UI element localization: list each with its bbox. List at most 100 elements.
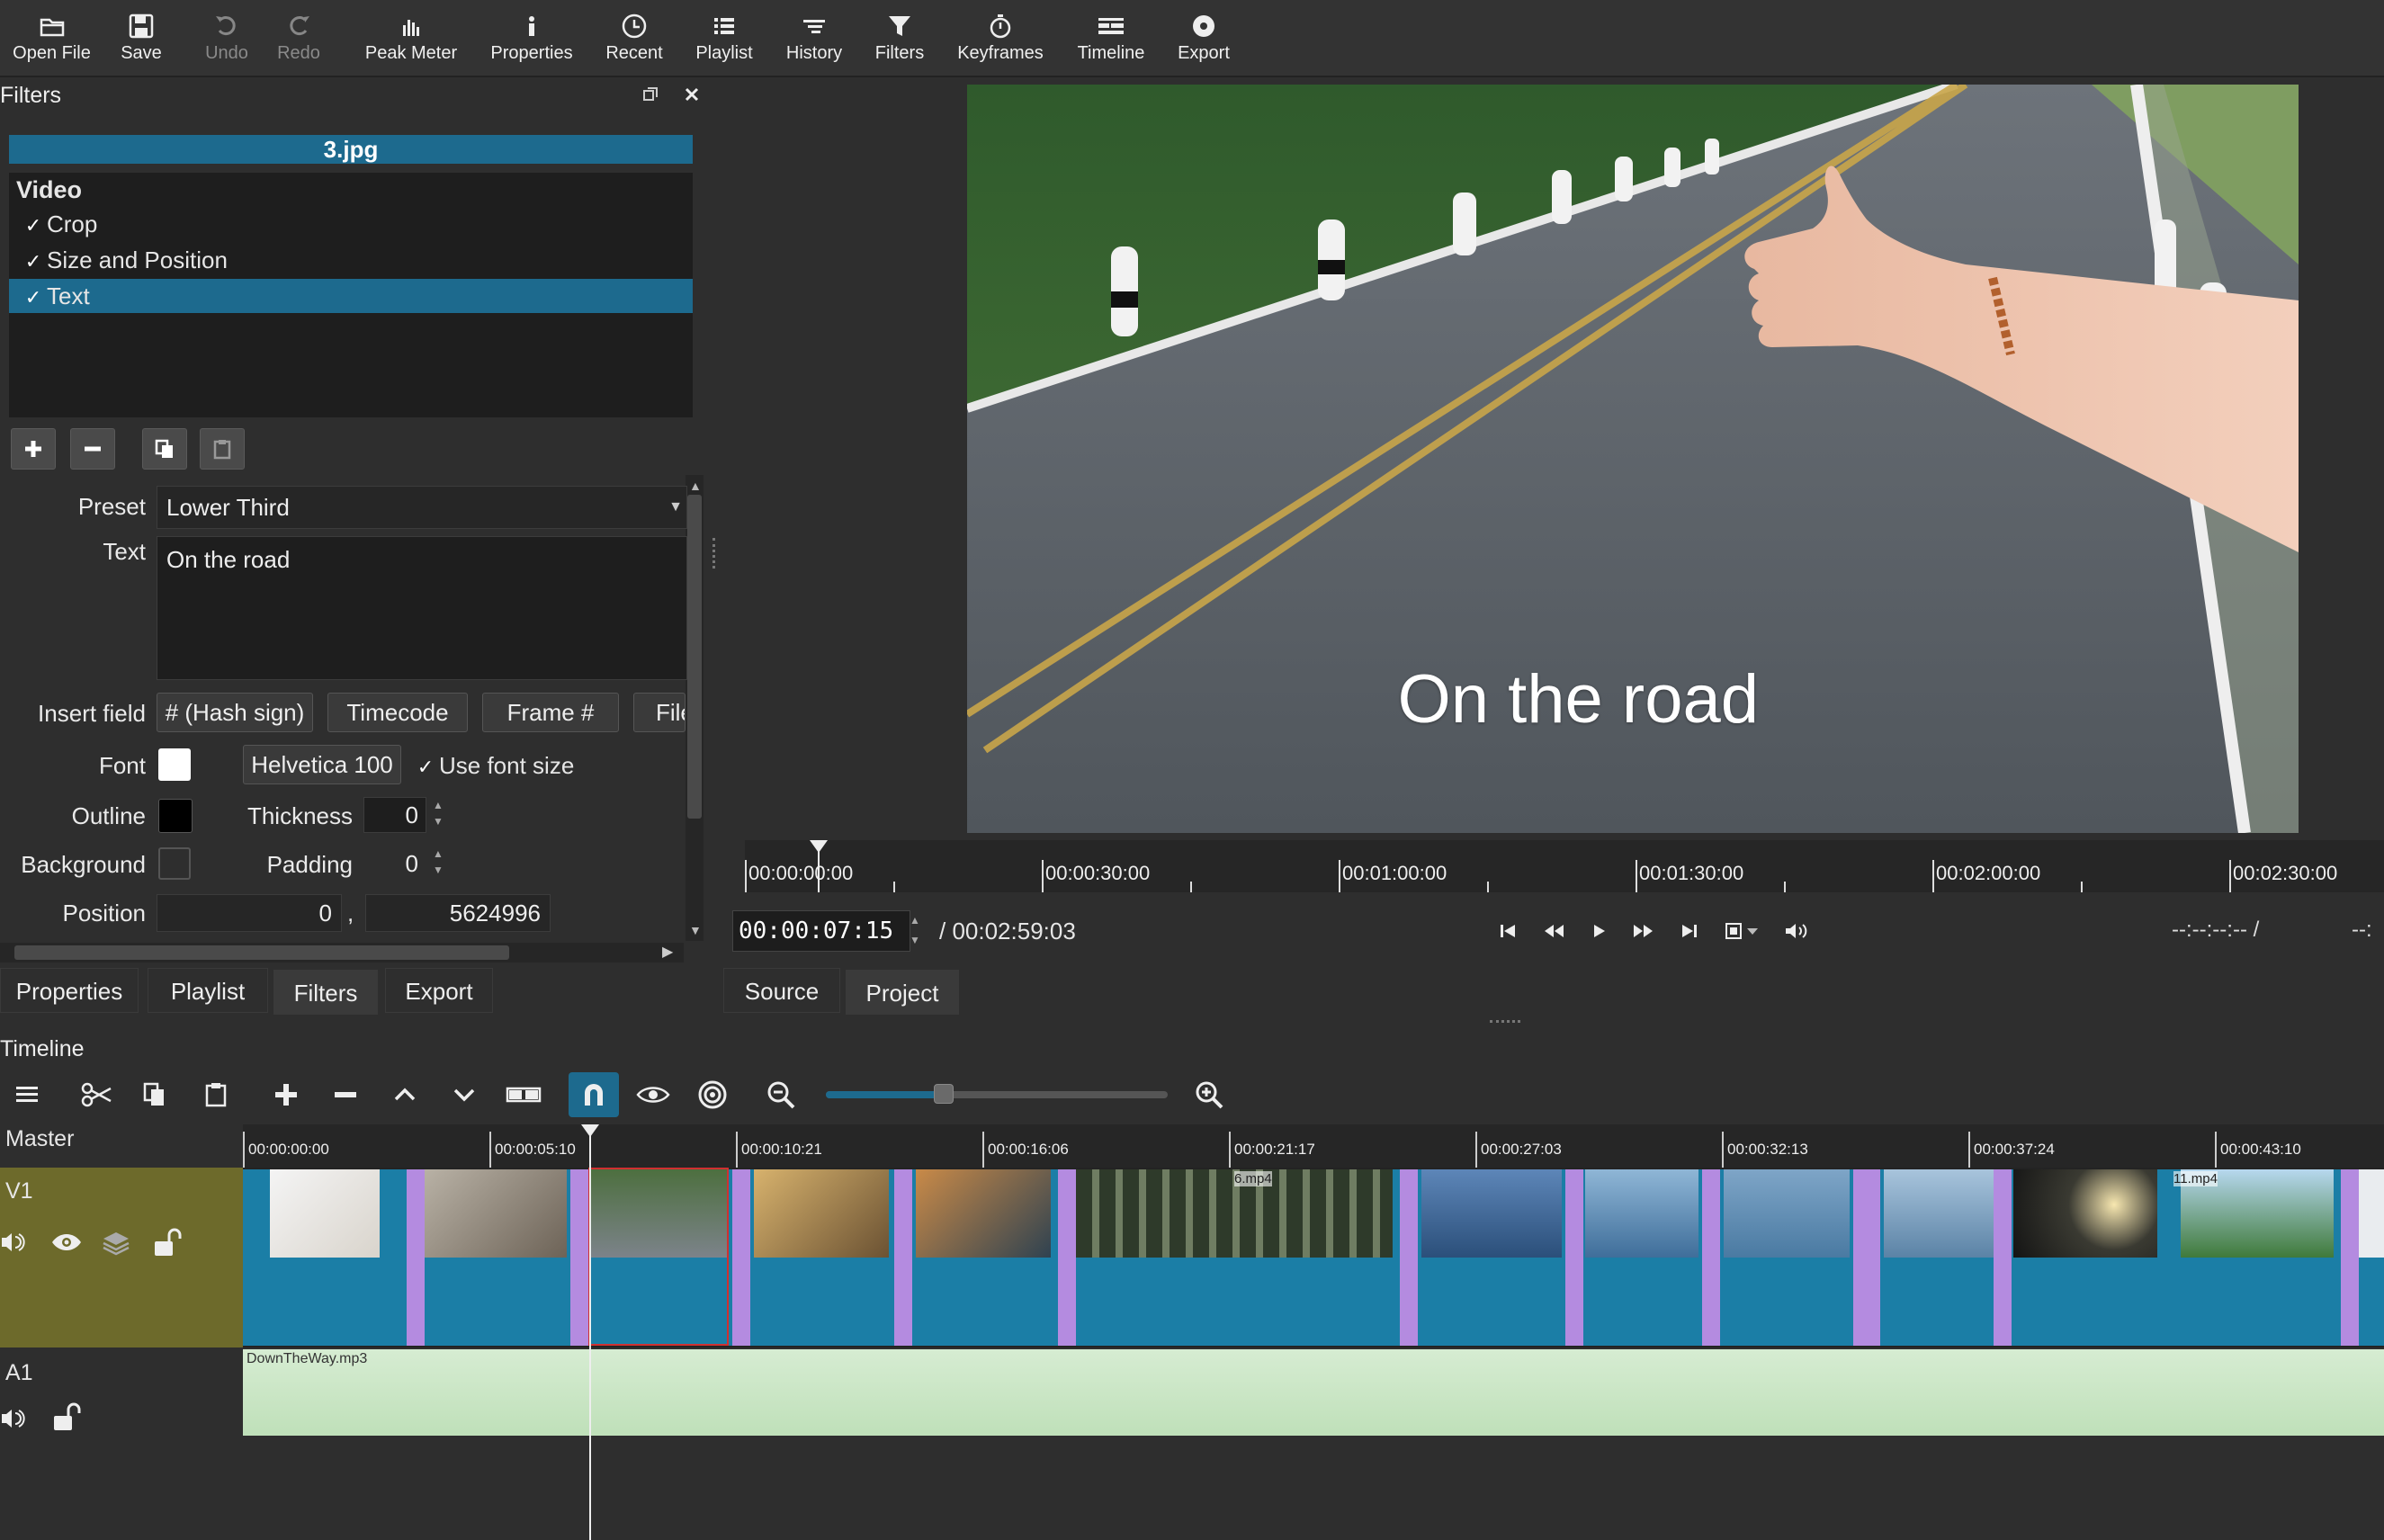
tab-source[interactable]: Source [723, 968, 840, 1013]
peak-meter-button[interactable]: Peak Meter [354, 0, 468, 76]
scroll-down-icon[interactable]: ▼ [689, 923, 702, 937]
use-font-size-checkbox[interactable]: ✓ Use font size [412, 752, 575, 780]
zoom-slider-handle[interactable] [934, 1084, 954, 1104]
zoom-fit-icon[interactable] [1724, 920, 1760, 942]
transition-marker[interactable] [1994, 1169, 2012, 1346]
volume-icon[interactable] [1783, 920, 1810, 942]
thickness-input[interactable]: 0 [363, 797, 426, 833]
zoom-in-icon[interactable] [1184, 1072, 1234, 1117]
scrollbar-thumb[interactable] [687, 495, 702, 819]
position-y-input[interactable]: 5624996 [365, 894, 551, 932]
padding-input[interactable]: 0 [363, 846, 426, 882]
insert-hash-button[interactable]: # (Hash sign) [157, 693, 313, 732]
undo-button[interactable]: Undo [196, 0, 257, 76]
clip-thumbnail[interactable] [270, 1169, 380, 1258]
splitter-handle[interactable] [713, 538, 719, 569]
scrub-icon[interactable] [628, 1072, 678, 1117]
transition-marker[interactable] [1702, 1169, 1720, 1346]
clip-thumbnail[interactable] [1724, 1169, 1850, 1258]
track-header-v1[interactable]: V1 [0, 1168, 243, 1348]
tab-filters[interactable]: Filters [273, 970, 378, 1015]
clip-thumbnail[interactable] [2013, 1169, 2157, 1258]
zoom-out-icon[interactable] [756, 1072, 806, 1117]
checkmark-icon[interactable]: ✓ [20, 209, 47, 243]
rewind-icon[interactable] [1542, 920, 1565, 942]
background-color-swatch[interactable] [158, 847, 191, 880]
skip-to-start-icon[interactable] [1497, 920, 1519, 942]
mute-icon[interactable] [0, 1405, 32, 1432]
padding-spinner[interactable]: ▲ ▼ [428, 846, 448, 882]
position-x-input[interactable]: 0 [157, 894, 342, 932]
clip-thumbnail[interactable] [1884, 1169, 1995, 1258]
remove-filter-button[interactable] [70, 428, 115, 470]
copy-icon[interactable] [130, 1072, 180, 1117]
clip-thumbnail[interactable] [2359, 1169, 2384, 1258]
checkmark-icon[interactable]: ✓ [20, 281, 47, 315]
insert-frame-button[interactable]: Frame # [482, 693, 619, 732]
lift-icon[interactable] [380, 1072, 430, 1117]
font-button[interactable]: Helvetica 100 [243, 745, 401, 784]
clip-thumbnail[interactable] [1421, 1169, 1562, 1258]
splitter-handle[interactable] [1490, 1020, 1520, 1026]
audio-clip[interactable]: DownTheWay.mp3 [243, 1349, 2384, 1436]
scroll-right-icon[interactable]: ▶ [662, 943, 673, 961]
timeline-menu-icon[interactable] [2, 1072, 52, 1117]
scroll-up-icon[interactable]: ▲ [689, 479, 702, 493]
tab-playlist[interactable]: Playlist [148, 968, 268, 1013]
preset-select[interactable]: Lower Third ▼ [157, 486, 687, 529]
copy-filters-button[interactable] [142, 428, 187, 470]
add-filter-button[interactable] [11, 428, 56, 470]
ripple-icon[interactable] [687, 1072, 738, 1117]
timecode-spinner[interactable]: ▲ ▼ [905, 910, 925, 950]
insert-timecode-button[interactable]: Timecode [327, 693, 468, 732]
player-ruler[interactable]: 00:00:00:00 00:00:30:00 00:01:00:00 00:0… [745, 840, 2384, 892]
tab-export[interactable]: Export [385, 968, 493, 1013]
eye-icon[interactable] [50, 1231, 83, 1254]
save-button[interactable]: Save [110, 0, 173, 76]
clip-thumbnail[interactable] [1585, 1169, 1698, 1258]
transition-marker[interactable] [1400, 1169, 1418, 1346]
remove-icon[interactable] [320, 1072, 371, 1117]
append-icon[interactable] [261, 1072, 311, 1117]
transition-marker[interactable] [2341, 1169, 2359, 1346]
thickness-spinner[interactable]: ▲ ▼ [428, 797, 448, 833]
paste-filters-button[interactable] [200, 428, 245, 470]
keyframes-button[interactable]: Keyframes [949, 0, 1052, 76]
tab-properties[interactable]: Properties [0, 968, 139, 1013]
vertical-scrollbar[interactable]: ▲ ▼ [686, 475, 704, 941]
filter-item-crop[interactable]: ✓ Crop [20, 207, 700, 241]
clip-thumbnail[interactable] [423, 1169, 567, 1258]
track-header-a1[interactable]: A1 [0, 1349, 243, 1436]
clip-thumbnail[interactable] [916, 1169, 1051, 1258]
text-input[interactable]: On the road [157, 536, 687, 680]
split-icon[interactable] [498, 1072, 549, 1117]
unlock-icon[interactable] [151, 1227, 184, 1258]
close-panel-icon[interactable] [682, 85, 702, 104]
play-icon[interactable] [1589, 920, 1609, 942]
filter-item-size-position[interactable]: ✓ Size and Position [20, 243, 700, 277]
skip-to-end-icon[interactable] [1679, 920, 1700, 942]
float-panel-icon[interactable] [641, 85, 660, 104]
redo-button[interactable]: Redo [268, 0, 329, 76]
transition-marker[interactable] [407, 1169, 425, 1346]
outline-color-swatch[interactable] [158, 799, 193, 833]
composite-icon[interactable] [101, 1229, 131, 1258]
insert-file-button[interactable]: File [633, 693, 686, 732]
timeline-button[interactable]: Timeline [1068, 0, 1154, 76]
tab-project[interactable]: Project [846, 970, 959, 1015]
zoom-slider[interactable] [826, 1084, 1168, 1104]
video-preview[interactable]: On the road [967, 85, 2299, 833]
transition-marker[interactable] [732, 1169, 750, 1346]
playlist-button[interactable]: Playlist [688, 0, 760, 76]
horizontal-scrollbar[interactable]: ▶ [0, 943, 684, 962]
history-button[interactable]: History [775, 0, 853, 76]
cut-icon[interactable] [72, 1072, 122, 1117]
open-file-button[interactable]: Open File [0, 0, 103, 76]
transition-marker[interactable] [894, 1169, 912, 1346]
recent-button[interactable]: Recent [598, 0, 670, 76]
filter-item-text[interactable]: ✓ Text [9, 279, 693, 313]
snap-icon[interactable] [569, 1072, 619, 1117]
font-color-swatch[interactable] [158, 748, 191, 781]
filters-button[interactable]: Filters [865, 0, 934, 76]
unlock-icon[interactable] [50, 1401, 83, 1432]
